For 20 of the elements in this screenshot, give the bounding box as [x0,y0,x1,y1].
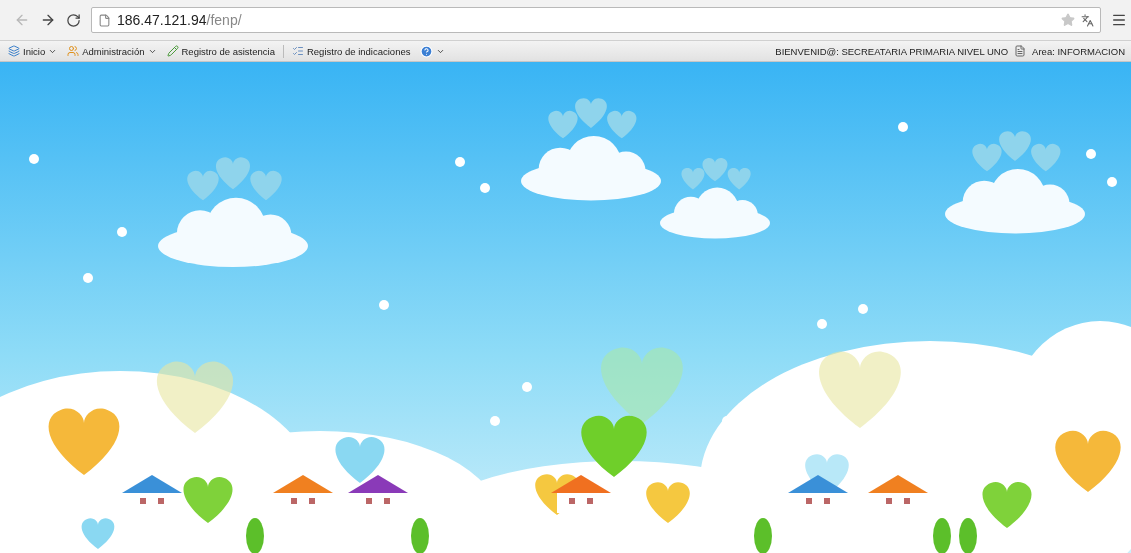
translate-icon[interactable] [1081,13,1094,27]
pencil-icon [166,45,179,57]
document-icon [1014,45,1027,57]
forward-button[interactable] [40,12,56,28]
menu-item[interactable]: Inicio [6,45,60,57]
layers-icon [8,45,20,57]
area-text: Area: INFORMACION [1032,45,1125,57]
menu-button[interactable] [1111,12,1127,28]
menu-item[interactable]: Administración [65,45,159,57]
checklist-icon [291,45,304,57]
address-bar[interactable]: 186.47.121.94/fenp/ [91,7,1101,33]
welcome-text: BIENVENID@: SECREATARIA PRIMARIA NIVEL UNO [775,45,1009,57]
bookmark-star-icon[interactable] [1061,13,1075,27]
page-icon [98,13,111,27]
reload-button[interactable] [66,12,81,28]
help-icon [420,44,434,58]
url-text: 186.47.121.94/fenp/ [117,12,242,28]
menu-item[interactable]: Registro de indicaciones [289,45,413,57]
people-icon [67,45,80,57]
menu-item[interactable]: Registro de asistencia [164,45,277,57]
